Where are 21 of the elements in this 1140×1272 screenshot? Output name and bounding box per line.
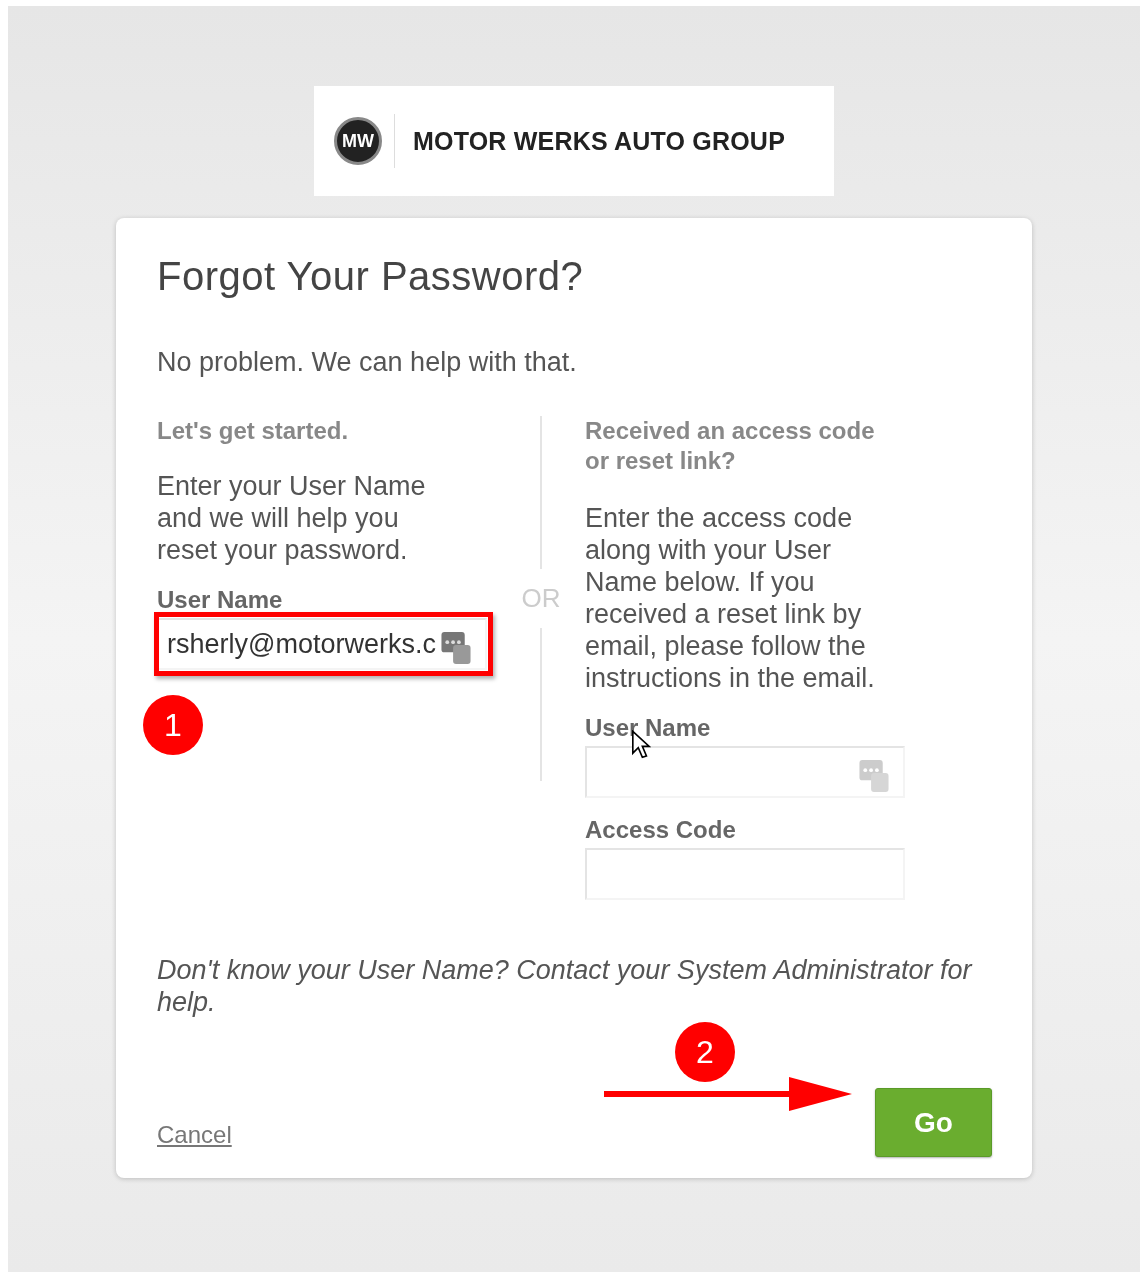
- dots-badge-icon[interactable]: [859, 760, 889, 792]
- step-number-badge: 2: [675, 1022, 735, 1082]
- dots-badge-icon[interactable]: [441, 632, 471, 664]
- instructions-text: Enter your User Name and we will help you reset your password.: [157, 470, 427, 566]
- section-heading: Received an access code or reset link?: [585, 416, 876, 476]
- input-field[interactable]: [585, 746, 905, 798]
- field-label: Access Code: [585, 816, 737, 844]
- intro-text: No problem. We can help with that.: [157, 347, 578, 378]
- username-field[interactable]: rsherly@motorwerks.c: [157, 618, 487, 670]
- page-title: Forgot Your Password?: [157, 254, 585, 299]
- brand-name: MOTOR WERKS AUTO GROUP: [413, 126, 785, 156]
- instructions-text: Enter the access code along with your User Name below. If you received a reset link by email, please follow the instructions in the email.: [585, 502, 876, 694]
- logo-emblem: MW: [334, 117, 382, 165]
- input-field[interactable]: [585, 848, 905, 900]
- field-label: User Name: [585, 714, 712, 742]
- section-heading: Let's get started.: [157, 416, 350, 446]
- step-number-badge: 1: [143, 695, 203, 755]
- cancel-link[interactable]: Cancel: [157, 1121, 232, 1149]
- go-button[interactable]: Go: [875, 1088, 992, 1157]
- field-label: User Name: [157, 586, 284, 614]
- help-text: Don't know your User Name? Contact your System Administrator for help.: [157, 954, 974, 1018]
